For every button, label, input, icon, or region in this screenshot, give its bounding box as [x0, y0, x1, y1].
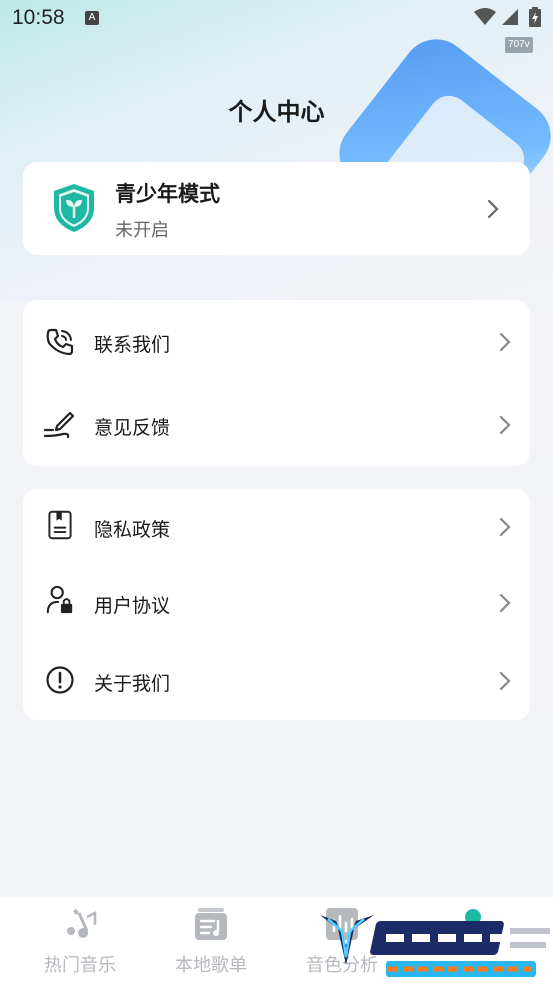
menu-item-about[interactable]: 关于我们 — [23, 641, 530, 720]
menu-item-privacy[interactable]: 隐私政策 — [23, 489, 530, 565]
pen-icon — [43, 411, 75, 439]
network-speed-badge: 707v — [505, 37, 533, 53]
playlist-icon — [195, 908, 227, 940]
signal-icon — [502, 9, 518, 25]
battery-charging-icon — [529, 7, 541, 27]
menu-item-label: 意见反馈 — [94, 417, 171, 439]
tab-label: 热门音乐 — [44, 955, 116, 976]
tab-hot-music[interactable]: 热门音乐 — [25, 897, 135, 984]
wifi-icon — [474, 8, 496, 25]
music-note-icon — [67, 909, 97, 938]
info-icon — [46, 666, 74, 694]
youth-mode-status: 未开启 — [115, 220, 169, 241]
chevron-right-icon — [499, 593, 511, 613]
chevron-right-icon — [499, 415, 511, 435]
notification-a-icon: A — [85, 11, 99, 25]
page-title: 个人中心 — [228, 98, 325, 126]
menu-item-contact[interactable]: 联系我们 — [23, 300, 530, 383]
menu-item-feedback[interactable]: 意见反馈 — [23, 383, 530, 466]
status-time: 10:58 — [12, 6, 65, 29]
chevron-right-icon — [499, 332, 511, 352]
watermark-logo — [320, 915, 550, 977]
menu-item-user-agreement[interactable]: 用户协议 — [23, 565, 530, 641]
tab-label: 本地歌单 — [175, 955, 247, 976]
youth-mode-card[interactable]: 青少年模式 未开启 — [23, 162, 530, 255]
user-lock-icon — [46, 585, 73, 614]
legal-group: 隐私政策 用户协议 关于我们 — [23, 489, 530, 720]
chevron-right-icon — [499, 671, 511, 691]
support-group: 联系我们 意见反馈 — [23, 300, 530, 466]
menu-item-label: 关于我们 — [94, 673, 171, 695]
youth-mode-title: 青少年模式 — [115, 182, 220, 206]
status-bar: 10:58 A 707v — [0, 0, 553, 53]
tab-local-playlist[interactable]: 本地歌单 — [156, 897, 266, 984]
menu-item-label: 联系我们 — [94, 334, 171, 356]
menu-item-label: 用户协议 — [94, 595, 171, 617]
menu-item-label: 隐私政策 — [94, 519, 171, 541]
phone-icon — [46, 328, 74, 356]
chevron-right-icon — [499, 517, 511, 537]
document-icon — [48, 510, 72, 540]
shield-sprout-icon — [54, 184, 94, 232]
chevron-right-icon — [487, 199, 499, 219]
header-background — [0, 0, 553, 300]
